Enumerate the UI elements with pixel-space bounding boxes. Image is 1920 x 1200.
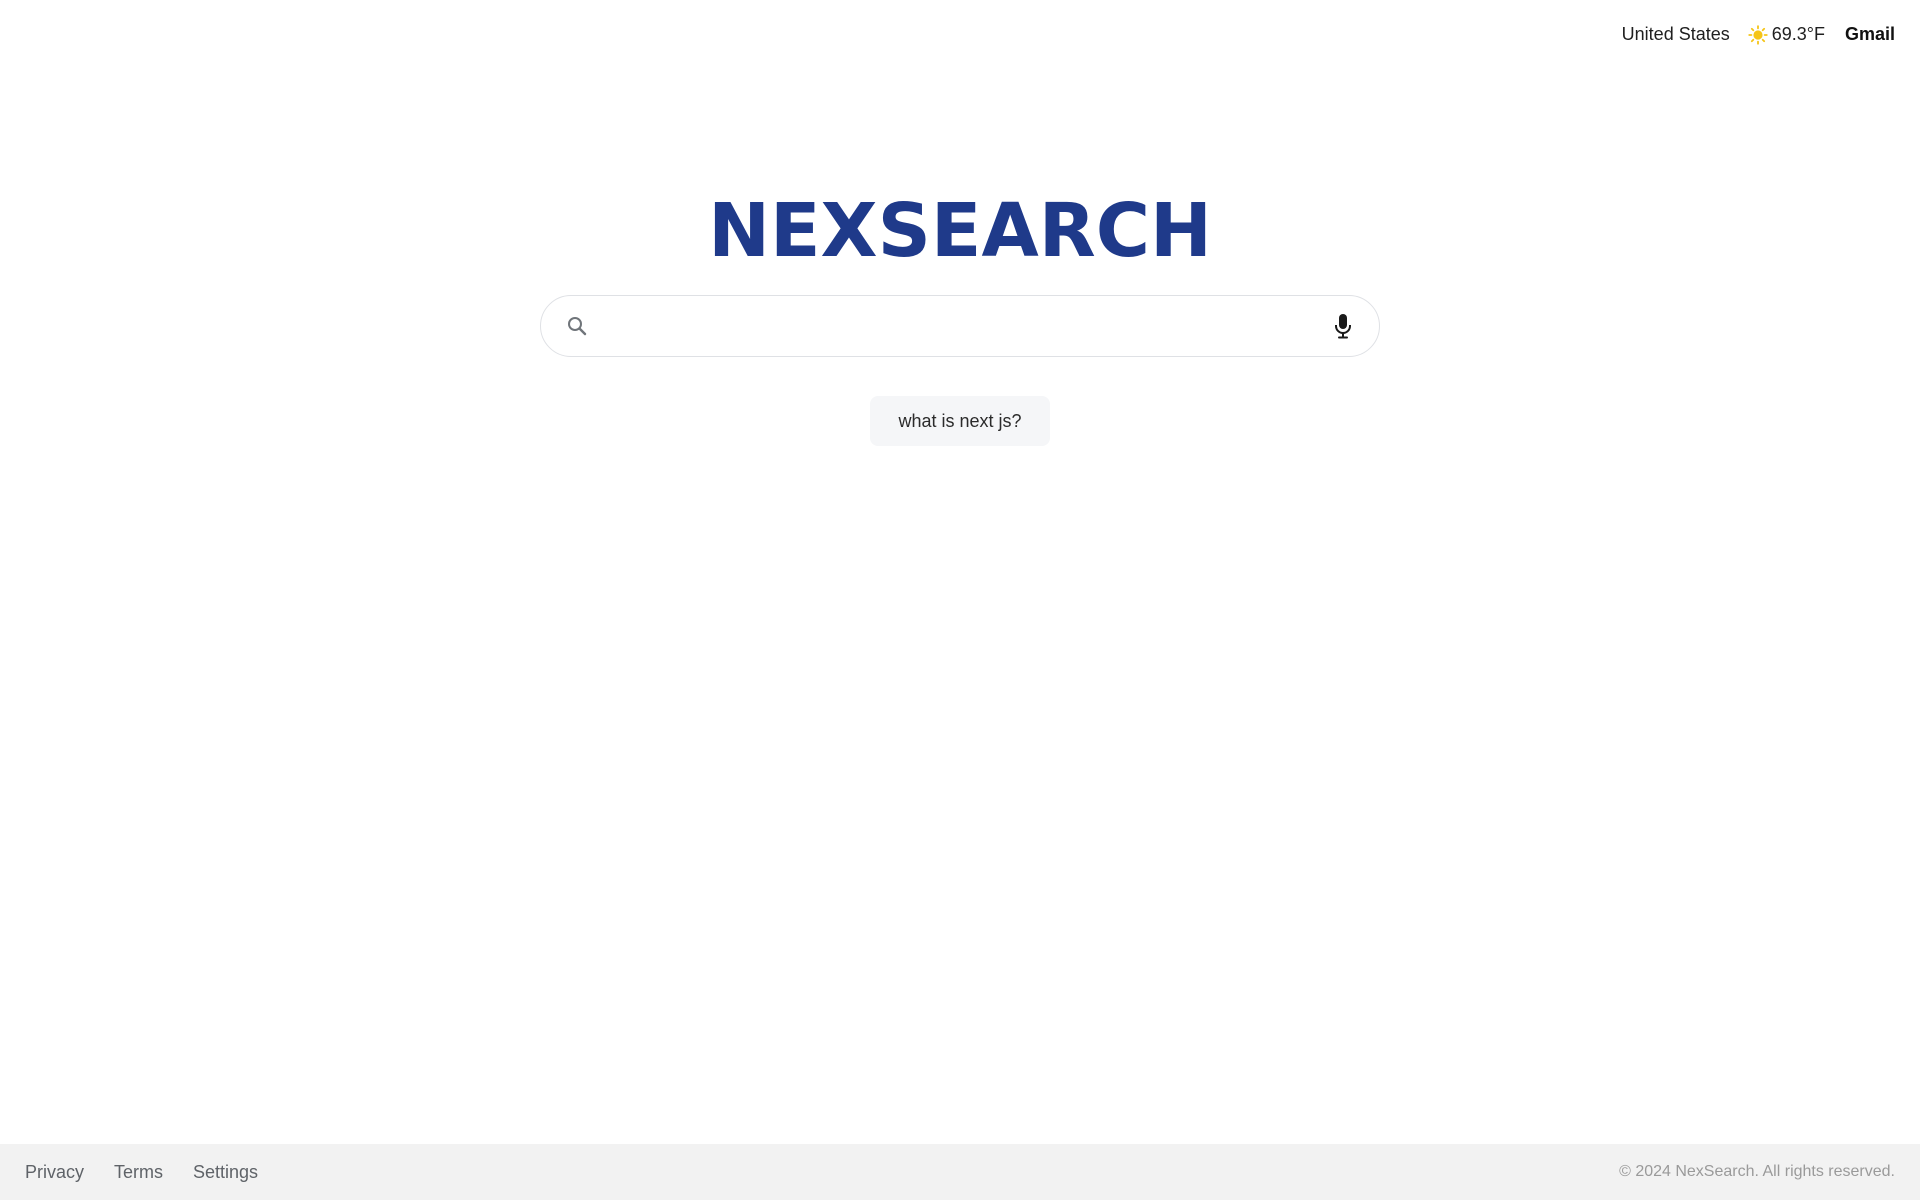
footer-link-settings[interactable]: Settings [193,1162,258,1183]
footer-links: Privacy Terms Settings [25,1162,258,1183]
suggestion-label: what is next js? [898,410,1022,431]
temperature-text: 69.3°F [1771,24,1825,44]
top-bar: United States 69.3°F Gmail [1622,24,1895,45]
search-home-page: United States 69.3°F Gmail NEXSEARCH wha… [0,0,1920,1200]
country-selector[interactable]: United States [1622,24,1730,45]
gmail-link[interactable]: Gmail [1845,24,1895,45]
search-bar[interactable] [540,295,1380,357]
search-input[interactable] [603,306,1331,346]
footer-link-terms[interactable]: Terms [114,1162,163,1183]
search-suggestion-chip[interactable]: what is next js? [870,396,1050,446]
microphone-icon[interactable] [1331,312,1355,340]
footer-link-privacy[interactable]: Privacy [25,1162,84,1183]
copyright-text: © 2024 NexSearch. All rights reserved. [1619,1163,1895,1180]
search-icon [565,314,589,338]
weather-widget: 69.3°F [1748,24,1825,45]
site-logo: NEXSEARCH [708,188,1212,274]
footer: Privacy Terms Settings © 2024 NexSearch.… [0,1144,1920,1200]
sun-icon [1748,24,1768,45]
